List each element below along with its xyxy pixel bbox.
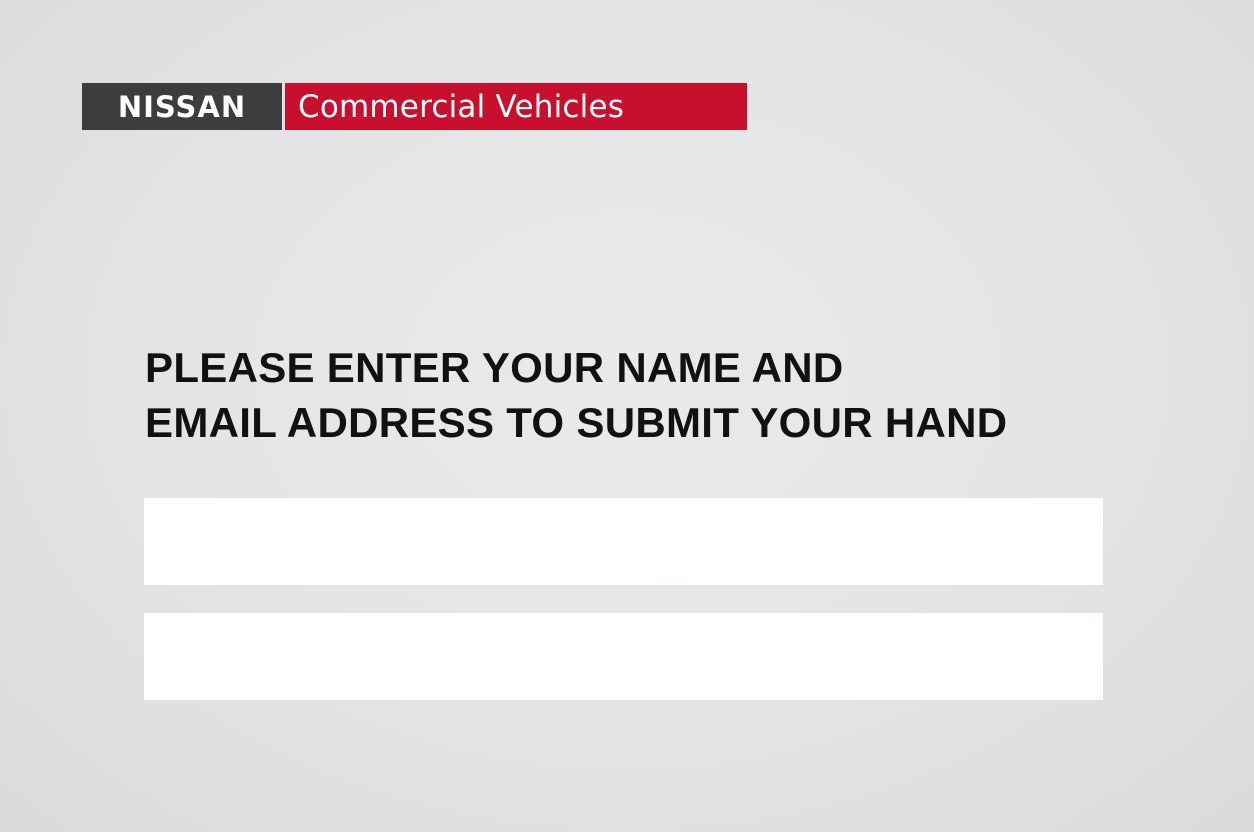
name-input[interactable] [144,498,1103,585]
prompt-line-2: EMAIL ADDRESS TO SUBMIT YOUR HAND [145,399,1008,446]
brand-name: NISSAN [82,83,282,130]
prompt-line-1: PLEASE ENTER YOUR NAME AND [145,344,844,391]
brand-subtitle: Commercial Vehicles [285,83,747,130]
email-input[interactable] [144,613,1103,700]
form-prompt: PLEASE ENTER YOUR NAME AND EMAIL ADDRESS… [145,340,1145,450]
brand-logo: NISSAN Commercial Vehicles [82,83,747,130]
